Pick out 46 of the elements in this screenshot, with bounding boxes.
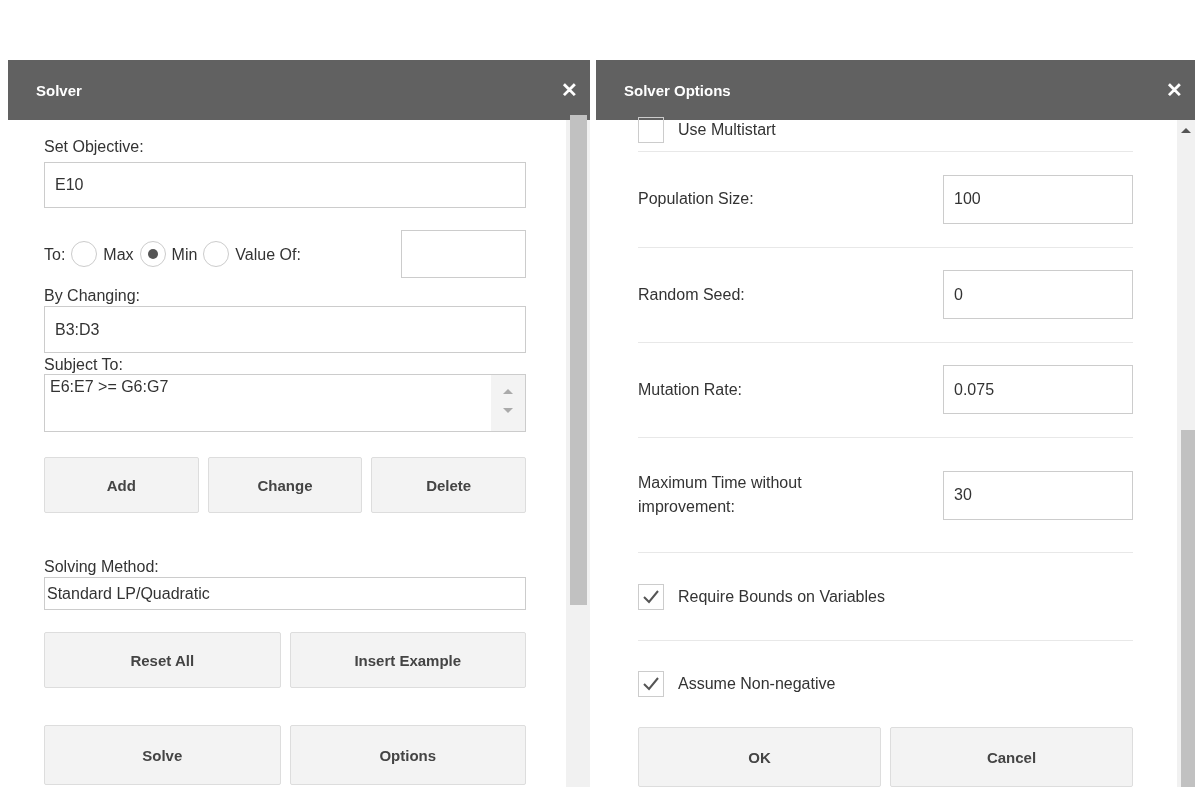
checkbox-label: Use Multistart [678, 120, 776, 140]
dialog-button[interactable]: OK [638, 727, 881, 787]
checkbox[interactable] [638, 670, 664, 697]
scrollbar-thumb[interactable] [1181, 430, 1195, 787]
field-label: Set Objective: [44, 137, 145, 156]
action-button[interactable]: Reset All [44, 632, 281, 688]
field-label: Solving Method: [44, 557, 160, 576]
radio-label: Value Of: [235, 244, 301, 264]
option-input[interactable]: 0.075 [943, 365, 1133, 415]
checkbox[interactable] [638, 583, 664, 610]
objective-input[interactable]: E10 [44, 162, 526, 208]
field-label: Population Size: [638, 189, 754, 210]
radio-label: Max [103, 244, 134, 264]
checkbox-label: Assume Non-negative [678, 673, 836, 694]
field-label: To: [44, 244, 66, 264]
field-label: Subject To: [44, 355, 124, 374]
field-label: Maximum Time without improvement: [638, 473, 803, 518]
field-label: Mutation Rate: [638, 379, 743, 400]
scroll-down-icon[interactable] [502, 407, 514, 415]
option-input[interactable]: 30 [943, 470, 1133, 520]
option-input[interactable]: 0 [943, 270, 1133, 320]
dialog-title: Solver Options [624, 81, 731, 99]
option-input[interactable]: 100 [943, 174, 1133, 224]
action-button[interactable]: Insert Example [289, 632, 526, 688]
dialog-title: Solver [36, 81, 82, 99]
value-of-input[interactable] [401, 230, 526, 278]
scrollbar-thumb[interactable] [570, 115, 587, 605]
checkbox[interactable] [638, 117, 664, 143]
constraint-button[interactable]: Delete [371, 457, 526, 513]
method-select[interactable]: Standard LP/Quadratic [44, 577, 526, 610]
action-button[interactable]: Options [289, 725, 526, 785]
scrollbar[interactable] [1177, 120, 1195, 787]
dialog-button[interactable]: Cancel [890, 727, 1133, 787]
check-icon [642, 588, 660, 605]
constraint-button[interactable]: Add [44, 457, 199, 513]
field-label: Random Seed: [638, 284, 745, 305]
constraint-button[interactable]: Change [207, 457, 363, 513]
field-label: By Changing: [44, 286, 142, 305]
scroll-up-icon[interactable] [1180, 126, 1192, 134]
check-icon [642, 675, 660, 692]
changing-input[interactable]: B3:D3 [44, 306, 526, 353]
action-button[interactable]: Solve [44, 725, 281, 785]
radio-label: Min [171, 244, 198, 264]
checkbox-label: Require Bounds on Variables [678, 586, 885, 607]
close-button[interactable]: ✕ [561, 78, 578, 102]
close-button[interactable]: ✕ [1166, 78, 1183, 102]
